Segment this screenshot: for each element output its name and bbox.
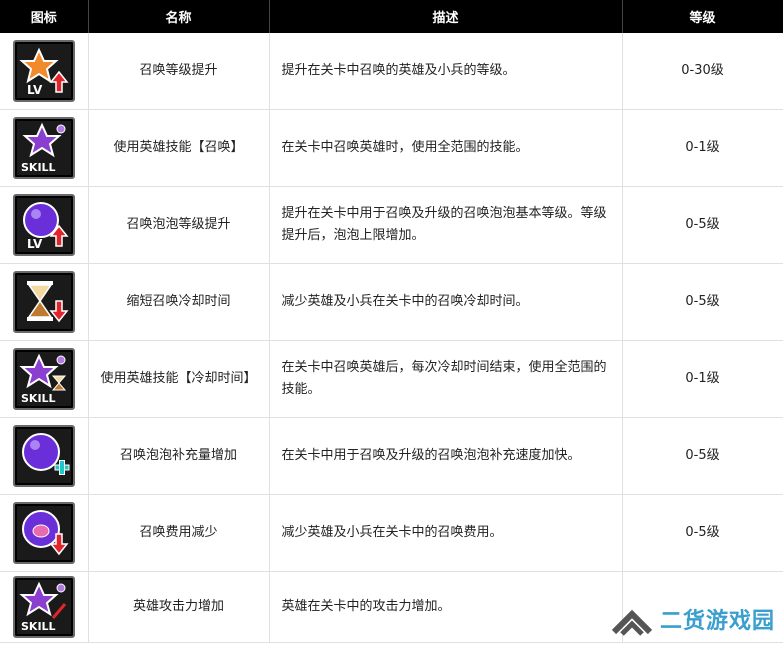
row-level: 0-30级 <box>622 33 783 110</box>
table-row: SKILL 使用英雄技能【召唤】 在关卡中召唤英雄时，使用全范围的技能。 0-1… <box>0 109 783 187</box>
header-desc: 描述 <box>269 0 623 33</box>
watermark-text: 二货游戏园 <box>659 609 775 634</box>
watermark: 二货游戏园 <box>610 602 775 636</box>
row-level: 0-1级 <box>622 109 783 187</box>
table-row: LV 召唤泡泡等级提升 提升在关卡中用于召唤及升级的召唤泡泡基本等级。等级提升后… <box>0 186 783 264</box>
svg-text:SKILL: SKILL <box>21 392 56 405</box>
row-desc: 提升在关卡中用于召唤及升级的召唤泡泡基本等级。等级提升后，泡泡上限增加。 <box>269 186 623 264</box>
row-level: 0-5级 <box>622 417 783 495</box>
table-row: 缩短召唤冷却时间 减少英雄及小兵在关卡中的召唤冷却时间。 0-5级 <box>0 263 783 341</box>
table-row: LV 召唤等级提升 提升在关卡中召唤的英雄及小兵的等级。 0-30级 <box>0 33 783 110</box>
row-level: 0-5级 <box>622 186 783 264</box>
header-icon: 图标 <box>0 0 89 33</box>
hero-skill-summon-icon: SKILL <box>12 117 75 179</box>
row-desc: 英雄在关卡中的攻击力增加。 <box>269 571 623 643</box>
chevron-up-logo-icon <box>611 609 653 636</box>
table-header-row: 图标 名称 描述 等级 <box>0 0 783 33</box>
bubble-plus-icon <box>12 425 75 487</box>
table-row: 召唤费用减少 减少英雄及小兵在关卡中的召唤费用。 0-5级 <box>0 494 783 572</box>
row-name: 英雄攻击力增加 <box>88 571 270 643</box>
row-name: 召唤等级提升 <box>88 33 270 110</box>
svg-text:SKILL: SKILL <box>21 161 56 174</box>
svg-text:LV: LV <box>27 83 43 97</box>
cost-down-icon <box>12 502 75 564</box>
svg-text:SKILL: SKILL <box>21 620 56 633</box>
svg-text:LV: LV <box>27 237 43 251</box>
row-desc: 在关卡中用于召唤及升级的召唤泡泡补充速度加快。 <box>269 417 623 495</box>
table-row: 召唤泡泡补充量增加 在关卡中用于召唤及升级的召唤泡泡补充速度加快。 0-5级 <box>0 417 783 495</box>
row-desc: 在关卡中召唤英雄时，使用全范围的技能。 <box>269 109 623 187</box>
row-desc: 在关卡中召唤英雄后，每次冷却时间结束，使用全范围的技能。 <box>269 340 623 418</box>
row-desc: 提升在关卡中召唤的英雄及小兵的等级。 <box>269 33 623 110</box>
table-row: SKILL 使用英雄技能【冷却时间】 在关卡中召唤英雄后，每次冷却时间结束，使用… <box>0 340 783 418</box>
row-name: 缩短召唤冷却时间 <box>88 263 270 341</box>
hero-skill-cooldown-icon: SKILL <box>12 348 75 410</box>
row-level: 0-5级 <box>622 494 783 572</box>
row-name: 召唤泡泡补充量增加 <box>88 417 270 495</box>
row-name: 召唤费用减少 <box>88 494 270 572</box>
row-desc: 减少英雄及小兵在关卡中的召唤冷却时间。 <box>269 263 623 341</box>
row-name: 召唤泡泡等级提升 <box>88 186 270 264</box>
row-desc: 减少英雄及小兵在关卡中的召唤费用。 <box>269 494 623 572</box>
bubble-lv-up-icon: LV <box>12 194 75 256</box>
row-name: 使用英雄技能【召唤】 <box>88 109 270 187</box>
header-level: 等级 <box>622 0 783 33</box>
star-lv-up-icon: LV <box>12 40 75 102</box>
hourglass-down-icon <box>12 271 75 333</box>
row-level: 0-5级 <box>622 263 783 341</box>
upgrade-table: 图标 名称 描述 等级 LV 召唤等级提升 提升在关卡中召唤的英雄及小兵的等级。… <box>0 0 783 643</box>
row-level: 0-1级 <box>622 340 783 418</box>
row-name: 使用英雄技能【冷却时间】 <box>88 340 270 418</box>
header-name: 名称 <box>88 0 270 33</box>
hero-skill-attack-icon: SKILL <box>12 576 75 638</box>
